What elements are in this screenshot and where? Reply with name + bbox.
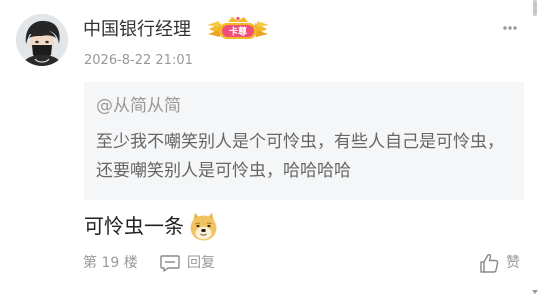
- thumbs-up-icon: [480, 253, 499, 273]
- username[interactable]: 中国银行经理: [83, 18, 191, 42]
- more-options-button[interactable]: [494, 16, 526, 40]
- doge-emoji-icon: [190, 212, 217, 240]
- reply-button[interactable]: 回复: [159, 251, 215, 275]
- like-label: 赞: [506, 255, 520, 271]
- reply-content: 可怜虫一条: [84, 209, 219, 243]
- member-badge: 卡尊: [205, 15, 271, 43]
- badge-label: 卡尊: [229, 26, 247, 38]
- avatar[interactable]: [16, 14, 68, 66]
- floor-number: 第 19 楼: [83, 255, 138, 271]
- quote-text: 至少我不嘲笑别人是个可怜虫，有些人自己是可怜虫，还要嘲笑别人是可怜虫，哈哈哈哈: [96, 132, 504, 181]
- quoted-reply[interactable]: @从简从简 至少我不嘲笑别人是个可怜虫，有些人自己是可怜虫，还要嘲笑别人是可怜虫…: [84, 82, 524, 200]
- crown-badge-icon: 卡尊: [207, 16, 269, 39]
- comment-post: 中国银行经理 卡尊 2026-8-22 21:01 @从简从简 至少我不嘲笑别人…: [0, 0, 540, 297]
- comment-icon: [160, 255, 180, 272]
- like-button[interactable]: 赞: [478, 250, 520, 276]
- scroll-down-arrow-icon[interactable]: [532, 289, 538, 295]
- reply-label: 回复: [187, 255, 215, 271]
- post-timestamp: 2026-8-22 21:01: [84, 53, 193, 68]
- scrollbar-thumb[interactable]: [533, 0, 537, 16]
- avatar-image: [16, 14, 68, 66]
- quote-author[interactable]: @从简从简: [96, 94, 181, 118]
- reply-text: 可怜虫一条: [84, 214, 184, 238]
- scrollbar[interactable]: [532, 0, 538, 297]
- more-dots-icon: [503, 26, 517, 30]
